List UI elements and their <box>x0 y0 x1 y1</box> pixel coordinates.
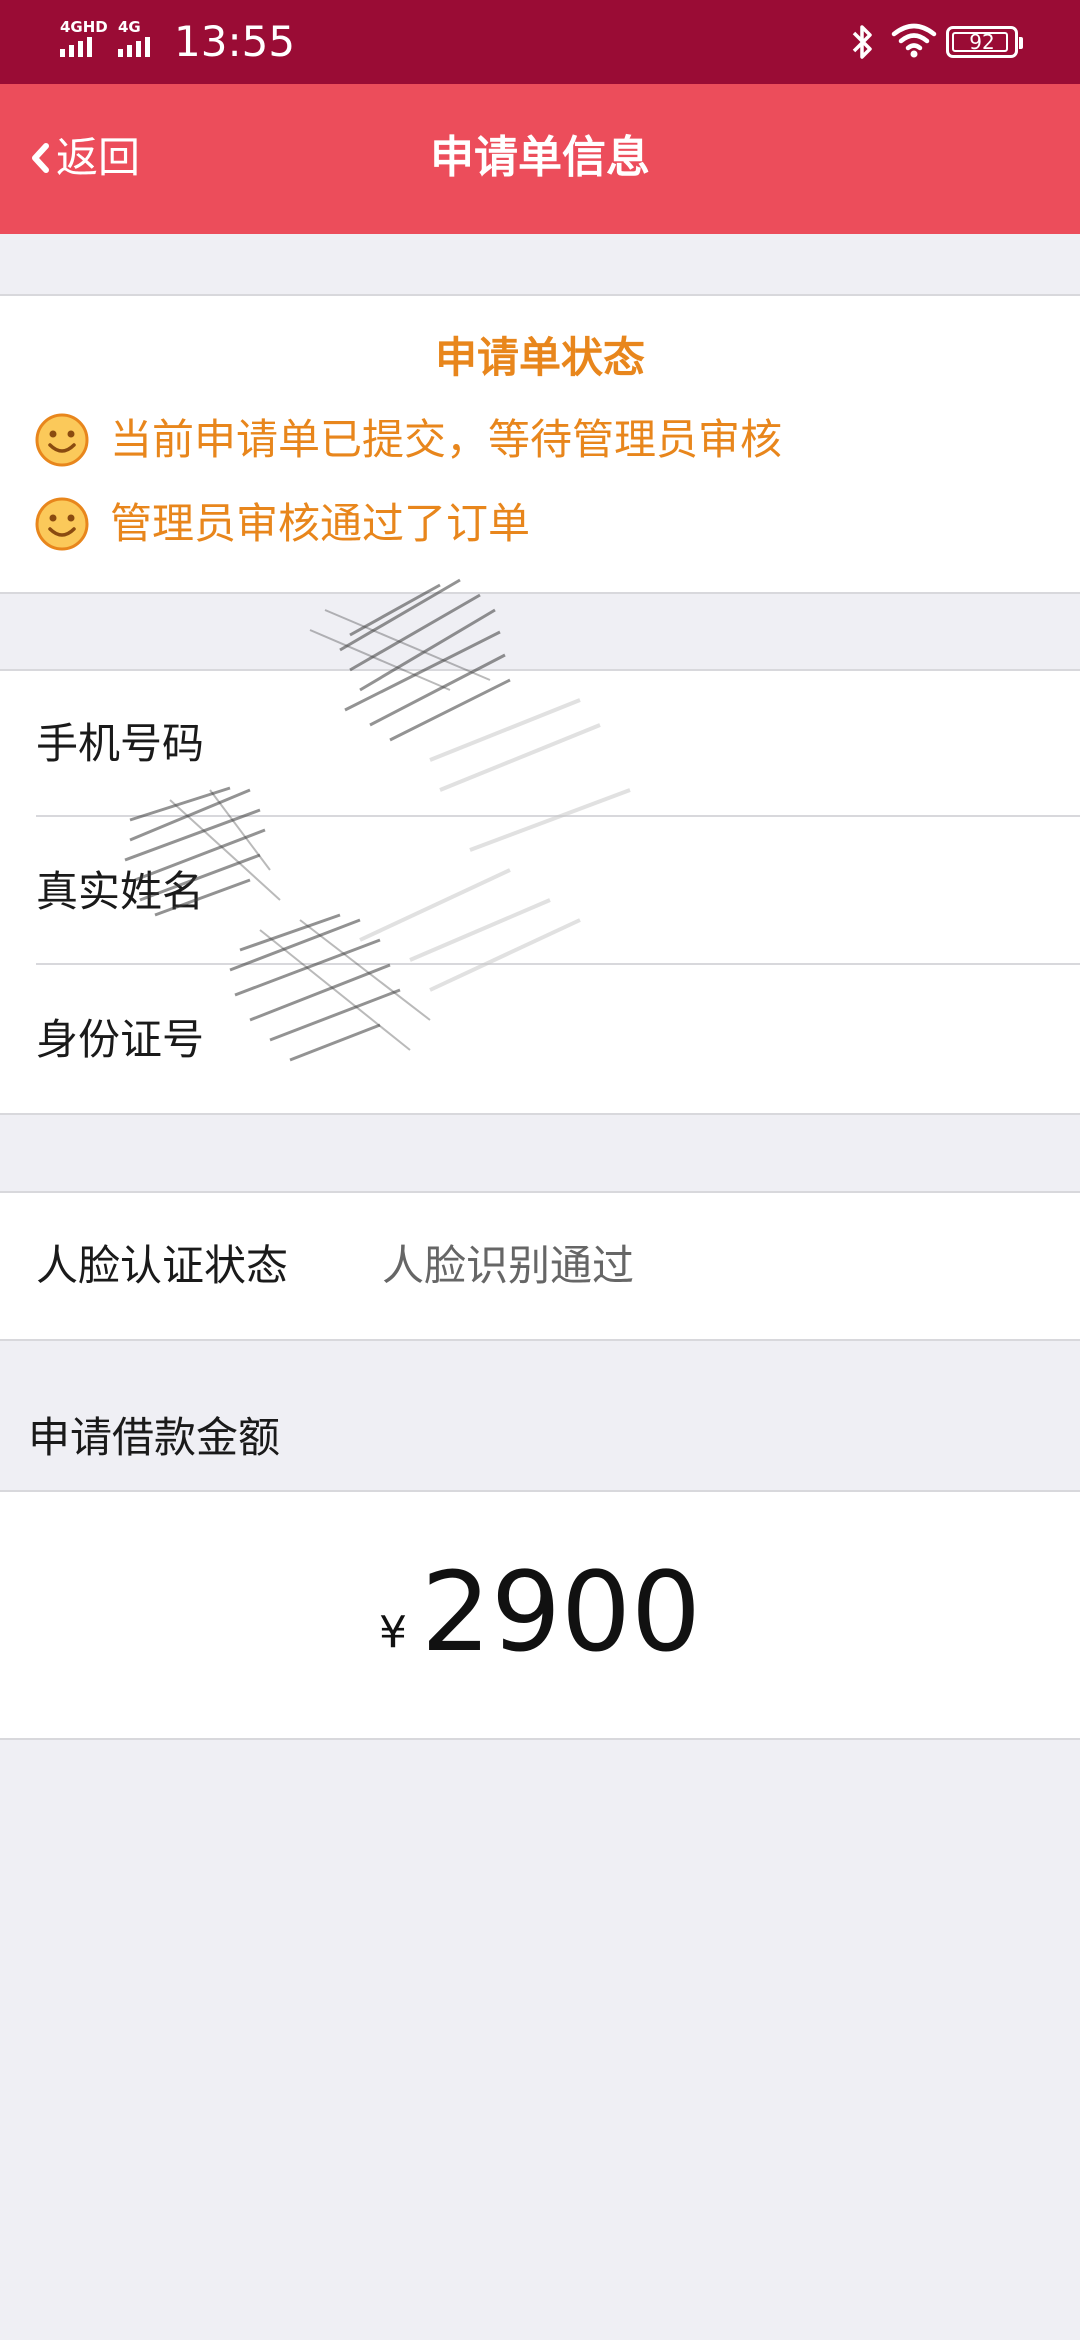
status-card-title: 申请单状态 <box>434 333 645 382</box>
battery-icon: 92 <box>946 26 1023 58</box>
navigation-bar: 返回 申请单信息 <box>0 84 1080 234</box>
face-verification-label: 人脸认证状态 <box>36 1241 289 1290</box>
smiley-icon <box>35 497 89 551</box>
page-title: 申请单信息 <box>430 132 650 183</box>
name-row: 真实姓名 <box>36 819 1080 965</box>
phone-row: 手机号码 <box>36 671 1080 817</box>
status-item-text: 管理员审核通过了订单 <box>110 499 531 548</box>
application-status-card: 申请单状态 当前申请单已提交，等待管理员审核 管理员审核通过了订单 <box>0 294 1080 594</box>
currency-symbol: ¥ <box>379 1607 408 1658</box>
network-type-1: 4GHD <box>60 18 108 36</box>
id-label: 身份证号 <box>36 1015 205 1064</box>
battery-level: 92 <box>969 30 995 54</box>
smiley-icon <box>35 413 89 467</box>
name-label: 真实姓名 <box>36 867 205 916</box>
id-row: 身份证号 <box>36 967 1080 1113</box>
status-item: 管理员审核通过了订单 <box>34 496 530 552</box>
personal-info-card: 手机号码 真实姓名 身份证号 <box>0 669 1080 1115</box>
status-time: 13:55 <box>174 17 296 66</box>
signal-icon: 4GHD <box>60 20 108 57</box>
status-bar: 4GHD 4G 13:55 92 <box>0 0 1080 84</box>
face-verification-status: 人脸识别通过 <box>382 1241 635 1290</box>
loan-amount-card: ¥ 2900 <box>0 1490 1080 1740</box>
bluetooth-icon <box>852 25 872 59</box>
wifi-icon <box>891 23 937 58</box>
loan-amount-label: 申请借款金额 <box>28 1413 281 1462</box>
loan-amount: ¥ 2900 <box>0 1552 1080 1672</box>
network-type-2: 4G <box>118 18 141 36</box>
phone-label: 手机号码 <box>36 719 205 768</box>
face-verification-card: 人脸认证状态 人脸识别通过 <box>0 1191 1080 1341</box>
status-item: 当前申请单已提交，等待管理员审核 <box>34 412 782 468</box>
status-item-text: 当前申请单已提交，等待管理员审核 <box>110 415 783 464</box>
loan-amount-value: 2900 <box>421 1548 701 1676</box>
signal-icon: 4G <box>118 20 150 57</box>
